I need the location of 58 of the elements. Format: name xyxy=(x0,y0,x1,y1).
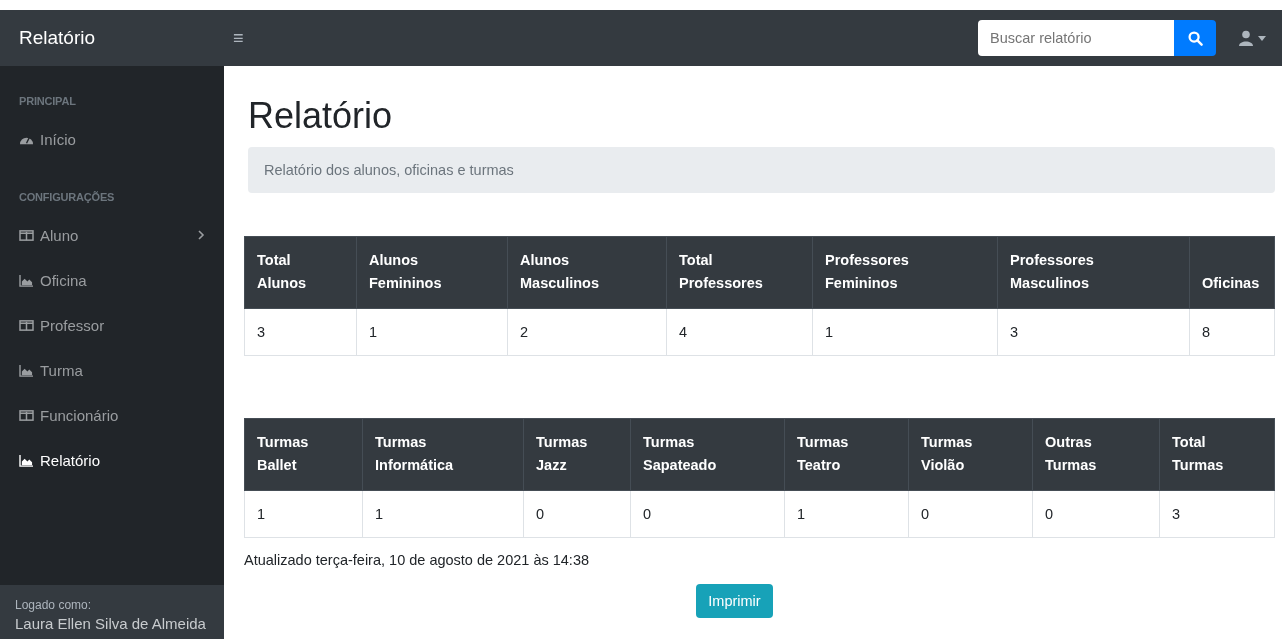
column-header: Turmas Ballet xyxy=(244,418,363,491)
caret-icon xyxy=(1258,35,1266,41)
table-cell: 0 xyxy=(908,490,1033,538)
sidebar-heading: CONFIGURAÇÕES xyxy=(18,190,116,205)
sidebar-item[interactable]: Relatório xyxy=(0,437,224,483)
user-icon xyxy=(1238,30,1254,46)
table-cell: 0 xyxy=(630,490,785,538)
column-header: Alunos Femininos xyxy=(356,236,508,309)
print-button[interactable]: Imprimir xyxy=(696,584,773,619)
sidebar-item[interactable]: Turma xyxy=(0,347,224,393)
search-button[interactable] xyxy=(1174,20,1216,56)
column-header: Total Alunos xyxy=(244,236,357,309)
user-name: Laura Ellen Silva de Almeida xyxy=(15,615,207,632)
column-header: Outras Turmas xyxy=(1032,418,1160,491)
area-chart-icon xyxy=(19,453,34,467)
page-title: Relatório xyxy=(248,94,394,138)
table-cell: 1 xyxy=(244,490,363,538)
table-icon xyxy=(19,318,34,332)
column-header: Turmas Teatro xyxy=(784,418,909,491)
column-header: Total Professores xyxy=(666,236,813,309)
search-field[interactable]: Buscar relatório xyxy=(978,20,1174,56)
column-header: Alunos Masculinos xyxy=(507,236,667,309)
sidebar-item[interactable]: Oficina xyxy=(0,257,224,303)
logged-in-caption: Logado como: xyxy=(15,598,93,612)
sidebar-item[interactable]: Professor xyxy=(0,302,224,348)
column-header: Turmas Sapateado xyxy=(630,418,785,491)
menu-toggle[interactable]: ≡ xyxy=(229,27,248,49)
area-chart-icon xyxy=(19,363,34,377)
sidebar-item[interactable]: Início xyxy=(0,116,224,162)
table-cell: 3 xyxy=(1159,490,1275,538)
table-cell: 3 xyxy=(244,308,357,356)
column-header: Turmas Violão xyxy=(908,418,1033,491)
sidebar-item[interactable]: Funcionário xyxy=(0,392,224,438)
column-header: Oficinas xyxy=(1189,236,1275,309)
area-chart-icon xyxy=(19,273,34,287)
column-header: Professores Masculinos xyxy=(997,236,1190,309)
updated-text: Atualizado terça-feira, 10 de agosto de 2021 às 14:38 xyxy=(244,552,591,569)
column-header: Total Turmas xyxy=(1159,418,1275,491)
search-icon xyxy=(1187,30,1203,46)
table-cell: 1 xyxy=(812,308,998,356)
table-cell: 1 xyxy=(362,490,524,538)
table-cell: 0 xyxy=(523,490,631,538)
column-header: Turmas Jazz xyxy=(523,418,631,491)
table-cell: 8 xyxy=(1189,308,1275,356)
sidebar-item[interactable]: Aluno xyxy=(0,212,224,258)
breadcrumb: Relatório dos alunos, oficinas e turmas xyxy=(248,147,1275,194)
table-cell: 4 xyxy=(666,308,813,356)
table-cell: 3 xyxy=(997,308,1190,356)
table-cell: 2 xyxy=(507,308,667,356)
column-header: Professores Femininos xyxy=(812,236,998,309)
table-icon xyxy=(19,408,34,422)
column-header: Turmas Informática xyxy=(362,418,524,491)
table-icon xyxy=(19,228,34,242)
table-cell: 1 xyxy=(784,490,909,538)
app-brand[interactable]: Relatório xyxy=(0,27,225,49)
table-cell: 0 xyxy=(1032,490,1160,538)
sidebar-heading: PRINCIPAL xyxy=(18,94,77,109)
table-cell: 1 xyxy=(356,308,508,356)
